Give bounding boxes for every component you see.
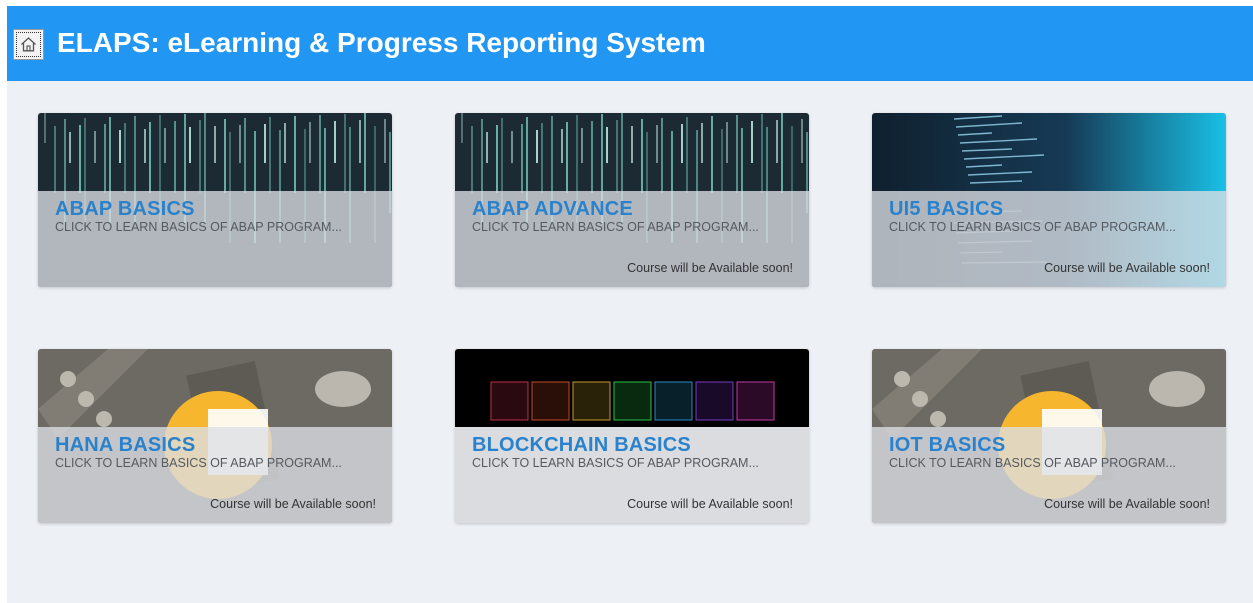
tile-status: Course will be Available soon! bbox=[1044, 497, 1210, 511]
tile-title: IOT BASICS bbox=[889, 434, 1006, 456]
code-stream bbox=[269, 117, 271, 193]
code-stream bbox=[94, 131, 96, 163]
code-stream bbox=[736, 115, 738, 193]
code-stream bbox=[174, 121, 176, 193]
tile-subtitle: CLICK TO LEARN BASICS OF ABAP PROGRAM... bbox=[472, 456, 759, 470]
code-stream bbox=[581, 128, 583, 163]
code-stream bbox=[244, 118, 246, 193]
tile-status: Course will be Available soon! bbox=[210, 497, 376, 511]
code-stream bbox=[566, 122, 568, 193]
app-title: ELAPS: eLearning & Progress Reporting Sy… bbox=[57, 27, 706, 58]
tile-title: UI5 BASICS bbox=[889, 198, 1004, 220]
tile-abap-basics[interactable]: ABAP BASICS CLICK TO LEARN BASICS OF ABA… bbox=[38, 113, 392, 287]
code-stream bbox=[284, 123, 286, 163]
code-stream bbox=[334, 121, 336, 163]
code-stream bbox=[69, 132, 71, 163]
code-stream bbox=[801, 119, 803, 163]
code-stream bbox=[264, 124, 266, 163]
code-stream bbox=[711, 116, 713, 193]
home-icon bbox=[21, 37, 36, 52]
tile-abap-advance[interactable]: ABAP ADVANCE CLICK TO LEARN BASICS OF AB… bbox=[455, 113, 809, 287]
code-stream bbox=[239, 125, 241, 163]
code-stream bbox=[104, 124, 106, 193]
code-stream bbox=[79, 125, 81, 193]
code-stream bbox=[536, 130, 538, 163]
tile-status: Course will be Available soon! bbox=[627, 497, 793, 511]
tile-ui5-basics[interactable]: UI5 BASICS CLICK TO LEARN BASICS OF ABAP… bbox=[872, 113, 1226, 287]
tile-blockchain-basics[interactable]: BLOCKCHAIN BASICS CLICK TO LEARN BASICS … bbox=[455, 349, 809, 523]
code-stream bbox=[641, 119, 643, 193]
tile-iot-basics[interactable]: IOT BASICS CLICK TO LEARN BASICS OF ABAP… bbox=[872, 349, 1226, 523]
code-stream bbox=[144, 129, 146, 163]
code-stream bbox=[781, 113, 783, 193]
home-button[interactable] bbox=[13, 29, 44, 60]
code-stream bbox=[124, 123, 126, 193]
code-stream bbox=[309, 122, 311, 163]
code-stream bbox=[164, 128, 166, 163]
tile-subtitle: CLICK TO LEARN BASICS OF ABAP PROGRAM... bbox=[889, 220, 1176, 234]
code-stream bbox=[521, 124, 523, 193]
app-frame: ELAPS: eLearning & Progress Reporting Sy… bbox=[7, 6, 1253, 603]
code-stream bbox=[541, 123, 543, 193]
code-stream bbox=[751, 121, 753, 163]
code-stream bbox=[54, 126, 56, 193]
code-stream bbox=[606, 127, 608, 163]
code-stream bbox=[384, 119, 386, 163]
code-stream bbox=[661, 118, 663, 193]
code-stream bbox=[319, 115, 321, 193]
code-stream bbox=[656, 125, 658, 163]
code-stream bbox=[44, 113, 46, 143]
code-stream bbox=[461, 113, 463, 143]
tile-subtitle: CLICK TO LEARN BASICS OF ABAP PROGRAM... bbox=[889, 456, 1176, 470]
app-header: ELAPS: eLearning & Progress Reporting Sy… bbox=[7, 6, 1253, 81]
tile-status: Course will be Available soon! bbox=[1044, 261, 1210, 275]
code-stream bbox=[616, 120, 618, 193]
code-stream bbox=[511, 131, 513, 163]
code-stream bbox=[224, 119, 226, 193]
code-stream bbox=[776, 120, 778, 163]
tile-title: HANA BASICS bbox=[55, 434, 196, 456]
code-stream bbox=[726, 122, 728, 163]
tile-title: BLOCKCHAIN BASICS bbox=[472, 434, 691, 456]
code-stream bbox=[149, 122, 151, 193]
code-stream bbox=[486, 132, 488, 163]
tile-subtitle: CLICK TO LEARN BASICS OF ABAP PROGRAM... bbox=[55, 456, 342, 470]
code-stream bbox=[344, 114, 346, 193]
code-stream bbox=[471, 126, 473, 193]
code-stream bbox=[561, 129, 563, 163]
code-stream bbox=[631, 126, 633, 163]
tile-hana-basics[interactable]: HANA BASICS CLICK TO LEARN BASICS OF ABA… bbox=[38, 349, 392, 523]
code-stream bbox=[294, 116, 296, 193]
tile-subtitle: CLICK TO LEARN BASICS OF ABAP PROGRAM... bbox=[472, 220, 759, 234]
code-stream bbox=[199, 120, 201, 193]
code-stream bbox=[119, 130, 121, 163]
code-stream bbox=[496, 125, 498, 193]
code-stream bbox=[364, 113, 366, 193]
code-stream bbox=[359, 120, 361, 163]
code-stream bbox=[701, 123, 703, 163]
code-stream bbox=[681, 124, 683, 163]
code-stream bbox=[761, 114, 763, 193]
tile-status: Course will be Available soon! bbox=[627, 261, 793, 275]
code-stream bbox=[591, 121, 593, 193]
code-stream bbox=[189, 127, 191, 163]
tile-title: ABAP BASICS bbox=[55, 198, 195, 220]
tile-title: ABAP ADVANCE bbox=[472, 198, 633, 220]
code-stream bbox=[686, 117, 688, 193]
tile-subtitle: CLICK TO LEARN BASICS OF ABAP PROGRAM... bbox=[55, 220, 342, 234]
code-stream bbox=[214, 126, 216, 163]
